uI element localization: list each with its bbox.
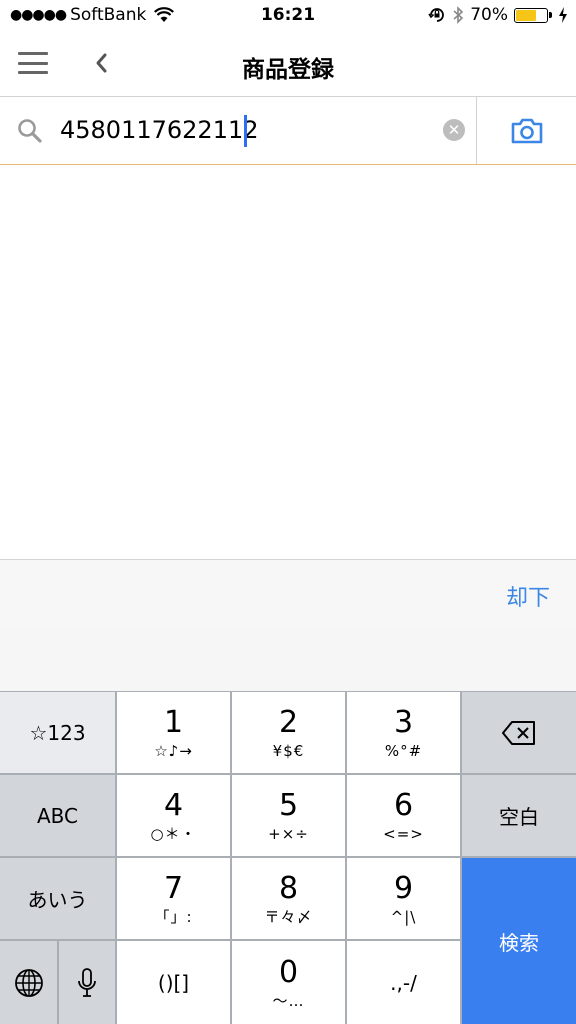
- search-bar: ✕: [0, 97, 576, 165]
- key-abc-mode[interactable]: ABC: [0, 775, 115, 856]
- key-symbols-mode[interactable]: ☆123: [0, 692, 115, 773]
- key-digit: 5: [278, 787, 299, 823]
- status-right: 70%: [422, 5, 568, 25]
- key-digit: 2: [278, 704, 299, 740]
- key-space[interactable]: 空白: [462, 775, 576, 856]
- key-1[interactable]: 1 ☆♪→: [117, 692, 230, 773]
- key-digit: 3: [393, 704, 414, 740]
- charging-bolt-icon: [559, 7, 567, 23]
- key-3[interactable]: 3 %°#: [347, 692, 460, 773]
- key-digit: 9: [393, 870, 414, 906]
- key-4[interactable]: 4 ○＊・: [117, 775, 230, 856]
- key-subtext: ○＊・: [150, 824, 197, 843]
- battery-icon: [514, 7, 548, 23]
- key-2[interactable]: 2 ¥$€: [232, 692, 345, 773]
- orientation-lock-icon: [428, 8, 445, 22]
- key-digit: 6: [393, 787, 414, 823]
- clear-x-icon[interactable]: ✕: [443, 119, 465, 141]
- battery-cap: [549, 12, 552, 18]
- key-digit: 7: [163, 870, 184, 906]
- numeric-keyboard: ☆123 ABC あいう 1 ☆♪→ 2 ¥$€ 3 %°# 4 ○＊・ 5 +…: [0, 691, 576, 1024]
- key-digit: 8: [278, 870, 299, 906]
- keyboard-accessory-bar: 却下: [0, 559, 576, 629]
- key-punctuation[interactable]: .,-/: [347, 941, 460, 1024]
- key-subtext: ¥$€: [272, 741, 305, 760]
- key-kana-mode[interactable]: あいう: [0, 858, 115, 939]
- camera-button[interactable]: [477, 97, 576, 164]
- key-subtext: ^|\: [390, 907, 417, 926]
- key-subtext: ☆♪→: [154, 741, 193, 760]
- key-subtext: <=>: [383, 824, 424, 843]
- key-subtext: +×÷: [268, 824, 309, 843]
- key-7[interactable]: 7 「」:: [117, 858, 230, 939]
- key-label: .,-/: [390, 970, 417, 995]
- key-label: ABC: [36, 803, 78, 828]
- key-0[interactable]: 0 〜…: [232, 941, 345, 1024]
- camera-icon: [511, 118, 542, 143]
- status-bar: ●●●●● SoftBank 16:21 70%: [0, 0, 576, 32]
- key-digit: 1: [163, 704, 184, 740]
- battery-fill: [516, 9, 537, 21]
- microphone-icon: [78, 967, 96, 997]
- key-6[interactable]: 6 <=>: [347, 775, 460, 856]
- key-label: 検索: [499, 930, 539, 955]
- key-8[interactable]: 8 〒々〆: [232, 858, 345, 939]
- keyboard-suggestion-strip: [0, 628, 576, 691]
- key-9[interactable]: 9 ^|\: [347, 858, 460, 939]
- dismiss-keyboard-button[interactable]: 却下: [506, 580, 550, 612]
- key-subtext: 〒々〆: [264, 907, 313, 926]
- key-5[interactable]: 5 +×÷: [232, 775, 345, 856]
- key-brackets[interactable]: ()[]: [117, 941, 230, 1024]
- key-label: あいう: [27, 888, 88, 912]
- key-digit: 0: [278, 954, 299, 990]
- text-cursor: [244, 115, 247, 147]
- navigation-bar: 商品登録: [0, 32, 576, 97]
- battery-percent: 70%: [470, 5, 508, 25]
- key-search[interactable]: 検索: [462, 858, 576, 1024]
- key-subtext: 「」:: [154, 907, 193, 926]
- key-digit: 4: [163, 787, 184, 823]
- bluetooth-icon: [453, 6, 464, 24]
- key-subtext: 〜…: [272, 991, 305, 1010]
- backspace-icon: [502, 720, 535, 745]
- key-label: 空白: [499, 805, 539, 829]
- key-subtext: %°#: [384, 741, 423, 760]
- key-label: ☆123: [29, 720, 86, 745]
- key-microphone[interactable]: [59, 941, 115, 1024]
- key-globe[interactable]: [0, 941, 57, 1024]
- globe-icon: [14, 968, 43, 997]
- page-title: 商品登録: [242, 57, 334, 83]
- search-icon: [18, 119, 42, 143]
- key-backspace[interactable]: [462, 692, 576, 773]
- key-label: ()[]: [157, 970, 190, 995]
